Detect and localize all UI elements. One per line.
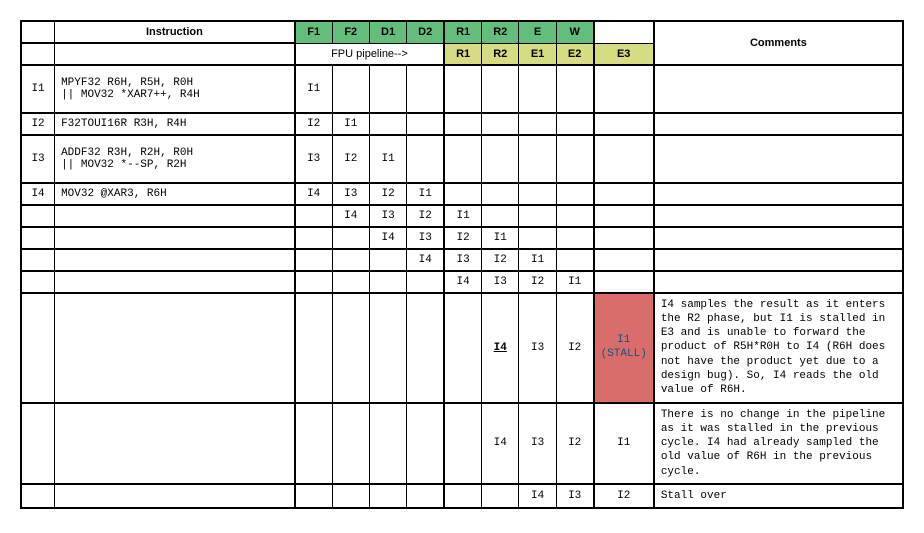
c: I2 <box>444 227 481 249</box>
id-I3: I3 <box>21 135 55 183</box>
c: I4 <box>295 183 332 205</box>
c: I2 <box>407 205 444 227</box>
I4-sampling: I4 <box>482 293 519 403</box>
id-I2: I2 <box>21 113 55 135</box>
instr-I3-l2: || MOV32 *--SP, R2H <box>61 159 186 171</box>
c: I3 <box>519 293 556 403</box>
c: I1 <box>519 249 556 271</box>
c: I3 <box>295 135 332 183</box>
cycle-10: I4 I3 I2 I1 There is no change in the pi… <box>21 403 903 484</box>
c: I4 <box>482 403 519 484</box>
c: I3 <box>444 249 481 271</box>
stage-R1b: R1 <box>444 43 481 65</box>
row-I2: I2 F32TOUI16R R3H, R4H I2 I1 <box>21 113 903 135</box>
c: I2 <box>594 484 654 508</box>
instr-I1-l1: MPYF32 R6H, R5H, R0H <box>61 77 193 89</box>
stage-F2: F2 <box>332 21 369 43</box>
id-I1: I1 <box>21 65 55 113</box>
comment-r10: There is no change in the pipeline as it… <box>654 403 903 484</box>
stage-E1: E1 <box>519 43 556 65</box>
c: I1 <box>407 183 444 205</box>
c: I1 <box>444 205 481 227</box>
instr-I1-l2: || MOV32 *XAR7++, R4H <box>61 89 200 101</box>
stall-l2: (STALL) <box>601 348 647 360</box>
comment-r11: Stall over <box>654 484 903 508</box>
c: I4 <box>444 271 481 293</box>
stage-F1: F1 <box>295 21 332 43</box>
c: I1 <box>369 135 406 183</box>
c: I1 <box>482 227 519 249</box>
cycle-8: I4 I3 I2 I1 <box>21 271 903 293</box>
instr-I3-l1: ADDF32 R3H, R2H, R0H <box>61 147 193 159</box>
c: I1 <box>556 271 593 293</box>
c: I2 <box>556 403 593 484</box>
pipeline-table: Instruction F1 F2 D1 D2 R1 R2 E W Commen… <box>20 20 904 509</box>
c: I4 <box>407 249 444 271</box>
c: I1 <box>332 113 369 135</box>
instr-I3: ADDF32 R3H, R2H, R0H || MOV32 *--SP, R2H <box>55 135 295 183</box>
c: I4 <box>519 484 556 508</box>
row-I4: I4 MOV32 @XAR3, R6H I4 I3 I2 I1 <box>21 183 903 205</box>
c: I2 <box>332 135 369 183</box>
fpu-label: FPU pipeline--> <box>295 43 444 65</box>
stage-E: E <box>519 21 556 43</box>
c: I2 <box>482 249 519 271</box>
c: I2 <box>556 293 593 403</box>
c: I1 <box>295 65 332 113</box>
cycle-9-stall: I4 I3 I2 I1 (STALL) I4 samples the resul… <box>21 293 903 403</box>
c: I4 <box>332 205 369 227</box>
c: I2 <box>519 271 556 293</box>
stage-R1: R1 <box>444 21 481 43</box>
stall-l1: I1 <box>617 334 630 346</box>
stage-R2b: R2 <box>482 43 519 65</box>
c: I3 <box>482 271 519 293</box>
c: I3 <box>556 484 593 508</box>
row-I1: I1 MPYF32 R6H, R5H, R0H || MOV32 *XAR7++… <box>21 65 903 113</box>
instr-header: Instruction <box>55 21 295 43</box>
id-I4: I4 <box>21 183 55 205</box>
cycle-11: I4 I3 I2 Stall over <box>21 484 903 508</box>
comment-r9: I4 samples the result as it enters the R… <box>654 293 903 403</box>
row-I3: I3 ADDF32 R3H, R2H, R0H || MOV32 *--SP, … <box>21 135 903 183</box>
stage-E3: E3 <box>594 43 654 65</box>
c: I3 <box>519 403 556 484</box>
stage-R2: R2 <box>482 21 519 43</box>
cycle-7: I4 I3 I2 I1 <box>21 249 903 271</box>
stage-E3-blank <box>594 21 654 43</box>
instr-I4: MOV32 @XAR3, R6H <box>55 183 295 205</box>
c: I2 <box>295 113 332 135</box>
c: I1 <box>594 403 654 484</box>
cycle-5: I4 I3 I2 I1 <box>21 205 903 227</box>
comments-header: Comments <box>654 21 903 65</box>
c: I2 <box>369 183 406 205</box>
header-row-1: Instruction F1 F2 D1 D2 R1 R2 E W Commen… <box>21 21 903 43</box>
instr-I1: MPYF32 R6H, R5H, R0H || MOV32 *XAR7++, R… <box>55 65 295 113</box>
c: I3 <box>332 183 369 205</box>
c: I4 <box>369 227 406 249</box>
stage-D1: D1 <box>369 21 406 43</box>
c: I3 <box>369 205 406 227</box>
stage-D2: D2 <box>407 21 444 43</box>
stall-cell: I1 (STALL) <box>594 293 654 403</box>
cycle-6: I4 I3 I2 I1 <box>21 227 903 249</box>
c: I3 <box>407 227 444 249</box>
stage-W: W <box>556 21 593 43</box>
stage-E2: E2 <box>556 43 593 65</box>
instr-I2: F32TOUI16R R3H, R4H <box>55 113 295 135</box>
